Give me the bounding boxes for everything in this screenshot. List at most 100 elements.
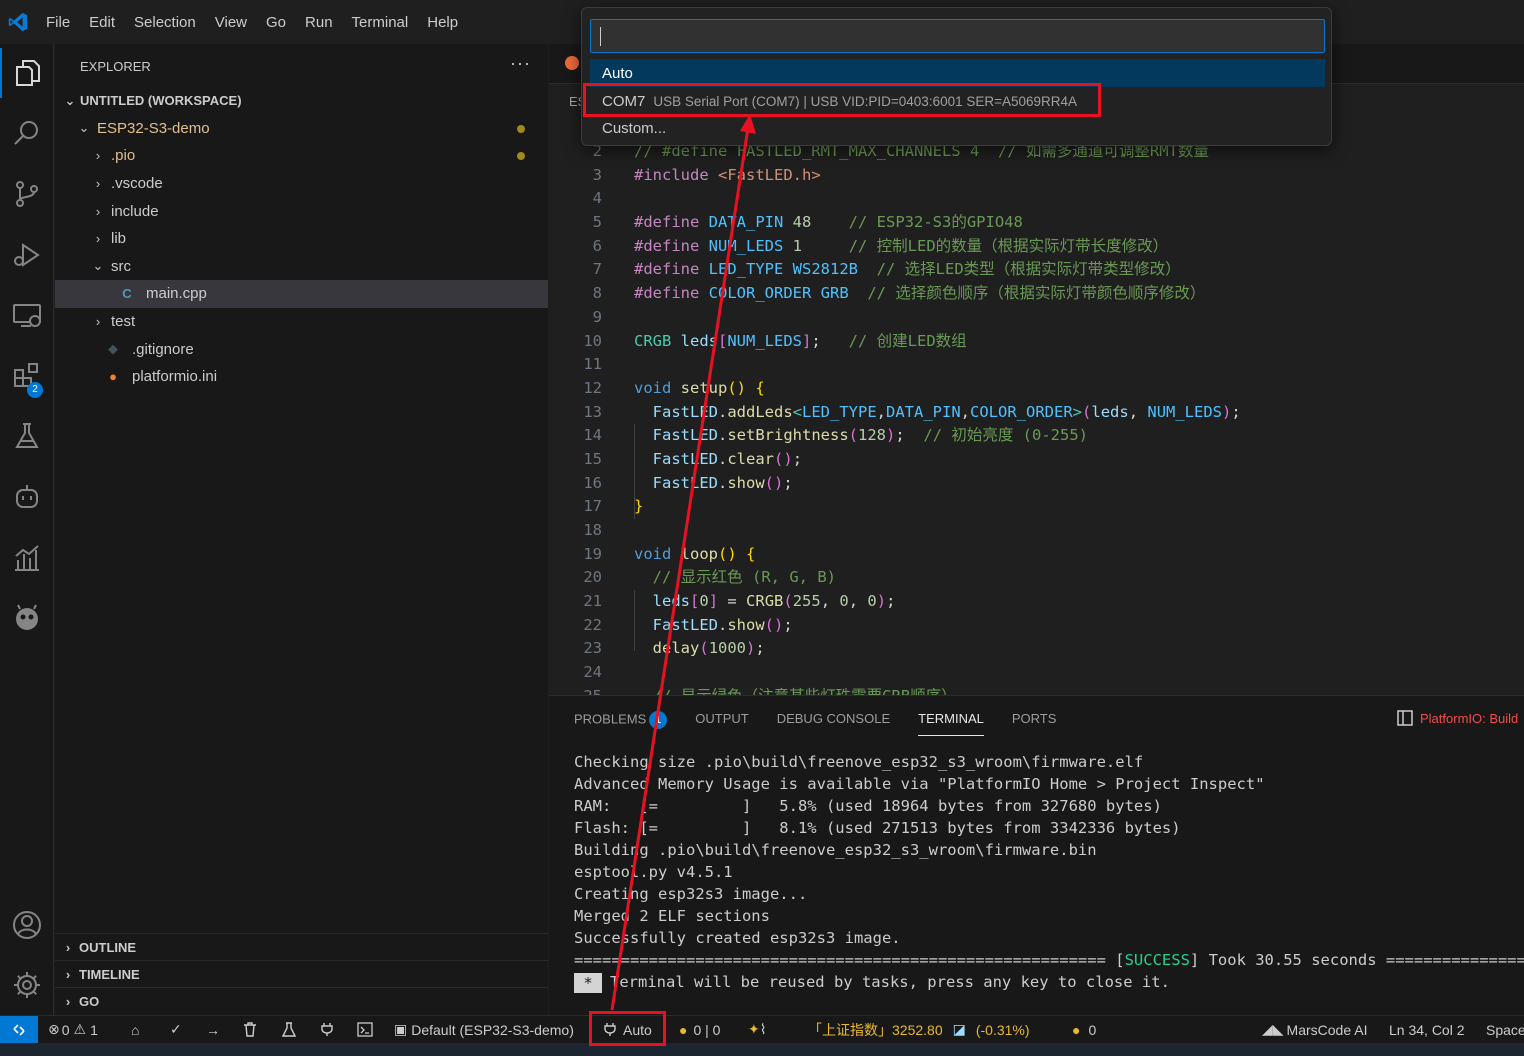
code-line: 17} bbox=[549, 495, 1524, 519]
code-line: 9 bbox=[549, 306, 1524, 330]
code-text: // 显示红色 (R, G, B) bbox=[652, 568, 836, 587]
coins-status[interactable]: ● 0 | 0 bbox=[679, 1016, 720, 1043]
text-caret bbox=[600, 27, 601, 46]
menu-selection[interactable]: Selection bbox=[134, 14, 196, 31]
code-line: 5 #define DATA_PIN 48 // ESP32-S3的GPIO48 bbox=[549, 211, 1524, 235]
port-option-label: Custom... bbox=[602, 119, 667, 137]
code-line: 6 #define NUM_LEDS 1 // 控制LED的数量（根据实际灯带长度… bbox=[549, 235, 1524, 259]
explorer-title: EXPLORER bbox=[80, 59, 151, 74]
platformio-upload-arrow-icon[interactable]: → bbox=[206, 1016, 220, 1043]
port-option-label: COM7 bbox=[602, 92, 646, 110]
workspace-root[interactable]: ⌄ UNTITLED (WORKSPACE) bbox=[55, 87, 548, 115]
platformio-tab-icon[interactable] bbox=[565, 56, 579, 70]
line-number: 3 bbox=[592, 165, 602, 184]
line-number: 9 bbox=[592, 307, 602, 326]
accounts-icon[interactable] bbox=[0, 900, 54, 950]
tab-output[interactable]: OUTPUT bbox=[695, 711, 748, 736]
run-debug-icon[interactable] bbox=[0, 230, 54, 280]
code-line: 4 bbox=[549, 187, 1524, 211]
tree-item[interactable]: › .vscode bbox=[55, 170, 548, 198]
port-option-description: USB Serial Port (COM7) | USB VID:PID=040… bbox=[653, 93, 1078, 109]
chevron-right-icon: › bbox=[65, 966, 71, 982]
tree-item[interactable]: ◆ .gitignore bbox=[55, 335, 548, 363]
plug-icon bbox=[604, 1023, 616, 1036]
go-label: GO bbox=[79, 993, 100, 1009]
go-section[interactable]: › GO bbox=[55, 987, 548, 1014]
tree-item[interactable]: › test bbox=[55, 308, 548, 336]
tab-terminal[interactable]: TERMINAL bbox=[918, 711, 984, 736]
stock-index[interactable]: 「上证指数」3252.80 ◪ (-0.31%) bbox=[808, 1016, 1030, 1043]
upload-port-selector[interactable]: Auto bbox=[604, 1016, 652, 1043]
terminal-task-selector[interactable]: PlatformIO: Build bbox=[1396, 709, 1518, 727]
explorer-more-actions-icon[interactable]: ··· bbox=[510, 53, 531, 74]
search-icon[interactable] bbox=[0, 108, 54, 158]
indentation[interactable]: Space bbox=[1486, 1016, 1524, 1043]
pulse-status-icon[interactable]: ✦ ⌇ bbox=[748, 1016, 767, 1043]
code-text: } bbox=[634, 497, 644, 516]
tab-debug-console[interactable]: DEBUG CONSOLE bbox=[777, 711, 890, 736]
marscode-ai[interactable]: ◢◣ MarsCode AI bbox=[1262, 1016, 1367, 1043]
extensions-badge: 2 bbox=[27, 382, 43, 398]
port-option-com7[interactable]: COM7 USB Serial Port (COM7) | USB VID:PI… bbox=[590, 87, 1325, 115]
timeline-label: TIMELINE bbox=[79, 966, 140, 982]
testing-icon[interactable] bbox=[0, 411, 54, 461]
chevron-right-icon: › bbox=[95, 314, 101, 330]
menu-run[interactable]: Run bbox=[305, 14, 333, 31]
tree-item[interactable]: ⌄ ESP32-S3-demo bbox=[55, 115, 548, 143]
port-option-auto[interactable]: Auto bbox=[590, 59, 1325, 87]
code-text: #include <FastLED.h> bbox=[634, 165, 821, 184]
remote-explorer-icon[interactable] bbox=[0, 290, 54, 340]
cursor-position[interactable]: Ln 34, Col 2 bbox=[1389, 1016, 1465, 1043]
tab-problems[interactable]: PROBLEMS 1 bbox=[574, 711, 668, 736]
tab-ports[interactable]: PORTS bbox=[1012, 711, 1057, 736]
code-text: FastLED.show(); bbox=[652, 615, 793, 634]
platformio-terminal-icon[interactable] bbox=[357, 1016, 373, 1043]
remote-indicator[interactable] bbox=[0, 1016, 38, 1043]
coin2-status[interactable]: ● 0 bbox=[1072, 1016, 1096, 1043]
settings-gear-icon[interactable] bbox=[0, 960, 54, 1010]
menu-help[interactable]: Help bbox=[427, 14, 458, 31]
platformio-test-flask-icon[interactable] bbox=[282, 1016, 296, 1043]
code-line: 12 void setup() { bbox=[549, 377, 1524, 401]
tree-item[interactable]: › include bbox=[55, 197, 548, 225]
copilot-bot-icon[interactable] bbox=[0, 472, 54, 522]
code-line: 3 #include <FastLED.h> bbox=[549, 164, 1524, 188]
coin-icon: ● bbox=[679, 1021, 688, 1038]
chevron-right-icon: › bbox=[65, 939, 71, 955]
outline-section[interactable]: › OUTLINE bbox=[55, 933, 548, 960]
menu-edit[interactable]: Edit bbox=[89, 14, 115, 31]
port-option-custom[interactable]: Custom... bbox=[590, 114, 1325, 142]
source-control-icon[interactable] bbox=[0, 169, 54, 219]
menu-file[interactable]: File bbox=[46, 14, 70, 31]
code-line: 13 FastLED.addLeds<LED_TYPE,DATA_PIN,COL… bbox=[549, 401, 1524, 425]
terminal-line: esptool.py v4.5.1 bbox=[574, 863, 733, 881]
analytics-icon[interactable] bbox=[0, 533, 54, 583]
tree-item[interactable]: › lib bbox=[55, 225, 548, 253]
cpp-file-icon: C bbox=[122, 286, 132, 302]
terminal-output[interactable]: Checking size .pio\build\freenove_esp32_… bbox=[574, 751, 1524, 993]
platformio-serial-plug-icon[interactable] bbox=[320, 1016, 334, 1043]
code-line: 20 // 显示红色 (R, G, B) bbox=[549, 566, 1524, 590]
menu-go[interactable]: Go bbox=[266, 14, 286, 31]
menu-view[interactable]: View bbox=[215, 14, 247, 31]
code-editor[interactable]: 2// #define FASTLED_RMT_MAX_CHANNELS 4 /… bbox=[549, 140, 1524, 695]
platformio-icon[interactable] bbox=[0, 593, 54, 643]
explorer-icon[interactable] bbox=[0, 48, 54, 98]
extensions-icon[interactable]: 2 bbox=[0, 351, 54, 401]
problems-status[interactable]: ⊗ 0 ⚠ 1 bbox=[48, 1016, 98, 1043]
tree-item[interactable]: ● platformio.ini bbox=[55, 363, 548, 391]
code-text: #define LED_TYPE WS2812B // 选择LED类型（根据实际… bbox=[634, 260, 1181, 279]
timeline-section[interactable]: › TIMELINE bbox=[55, 960, 548, 987]
code-text: #define NUM_LEDS 1 // 控制LED的数量（根据实际灯带长度修… bbox=[634, 236, 1169, 255]
line-number: 11 bbox=[583, 355, 602, 374]
line-number: 20 bbox=[583, 568, 602, 587]
platformio-build-check-icon[interactable]: ✓ bbox=[170, 1016, 182, 1043]
tree-item[interactable]: ⌄ src bbox=[55, 253, 548, 281]
tree-item[interactable]: Cmain.cpp bbox=[55, 280, 548, 308]
quick-pick-input[interactable] bbox=[590, 19, 1325, 53]
menu-terminal[interactable]: Terminal bbox=[352, 14, 409, 31]
platformio-home-icon[interactable]: ⌂ bbox=[131, 1016, 139, 1043]
tree-item[interactable]: › .pio bbox=[55, 142, 548, 170]
platformio-clean-trash-icon[interactable] bbox=[243, 1016, 257, 1043]
project-environment[interactable]: ▣ Default (ESP32-S3-demo) bbox=[394, 1016, 574, 1043]
